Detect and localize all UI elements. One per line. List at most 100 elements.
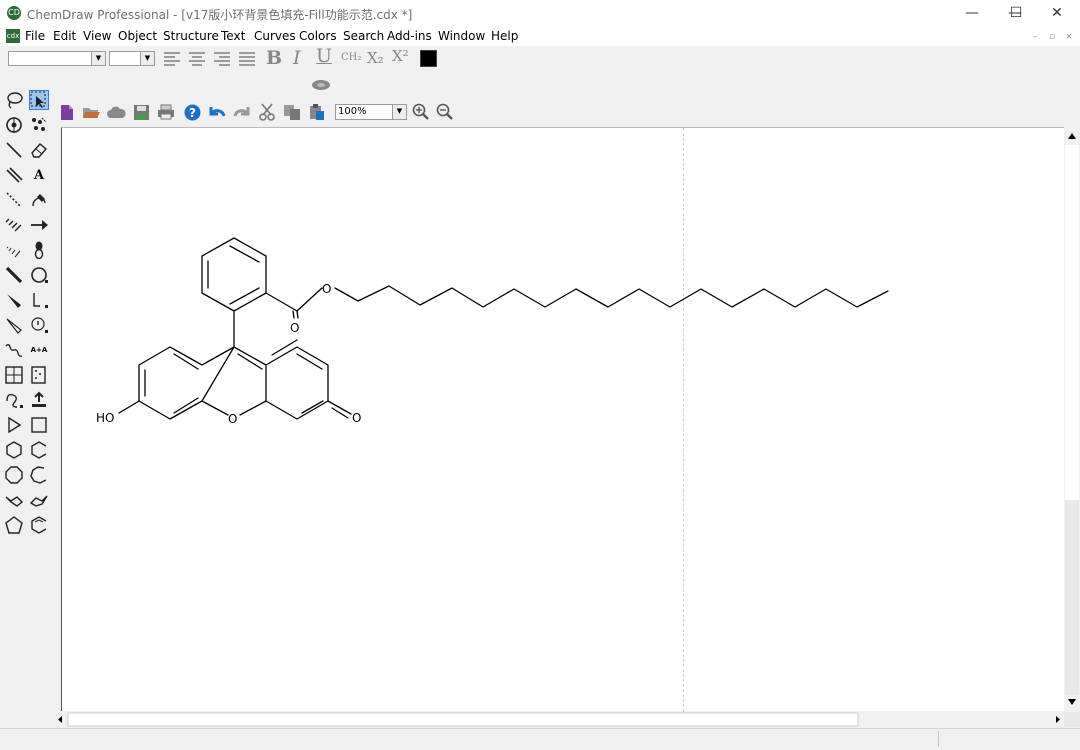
- chevron-down-icon[interactable]: ▼: [392, 105, 406, 119]
- chemical-symbols-tool[interactable]: [29, 315, 49, 335]
- bold-button[interactable]: B: [266, 47, 282, 69]
- templates-icon[interactable]: [311, 75, 331, 95]
- marquee-tool[interactable]: [29, 90, 49, 110]
- text-tool[interactable]: A: [29, 165, 49, 185]
- cycloheptane-tool[interactable]: [29, 465, 49, 485]
- template-tool[interactable]: [4, 390, 24, 410]
- bold-bond-tool[interactable]: [4, 265, 24, 285]
- menu-file[interactable]: File: [25, 29, 45, 43]
- acs-template-tool[interactable]: [29, 390, 49, 410]
- menu-help[interactable]: Help: [491, 29, 518, 43]
- redo-icon: [233, 107, 250, 117]
- charge-symbol-icon: [31, 317, 48, 333]
- orbital-tool[interactable]: [29, 240, 49, 260]
- rectangle-tool[interactable]: [29, 415, 49, 435]
- arrow-tool[interactable]: [29, 215, 49, 235]
- menu-search[interactable]: Search: [343, 29, 384, 43]
- multiple-bond-tool[interactable]: [4, 165, 24, 185]
- open-button[interactable]: [81, 102, 101, 122]
- lasso-tool[interactable]: [4, 90, 24, 110]
- chevron-down-icon[interactable]: ▼: [91, 52, 105, 65]
- mdi-close-button[interactable]: ×: [1061, 30, 1077, 44]
- zoom-out-button[interactable]: [435, 102, 455, 122]
- save-button[interactable]: [131, 102, 151, 122]
- drawing-elements-tool[interactable]: [29, 265, 49, 285]
- cyclohexane-tool[interactable]: [4, 440, 24, 460]
- underline-button[interactable]: U: [316, 45, 332, 67]
- menu-view[interactable]: View: [83, 29, 111, 43]
- chair-conformer-tool[interactable]: [4, 490, 24, 510]
- cloud-button[interactable]: [106, 102, 126, 122]
- chemical-formula-button[interactable]: CH₂: [341, 52, 361, 63]
- tlc-plate-tool[interactable]: [29, 365, 49, 385]
- menu-curves[interactable]: Curves: [254, 29, 296, 43]
- cyclopentane-tool[interactable]: [4, 515, 24, 535]
- help-button[interactable]: ?: [182, 102, 202, 122]
- play-tool[interactable]: [4, 415, 24, 435]
- window-title: ChemDraw Professional - [v17版小环背景色填充-Fil…: [27, 8, 413, 22]
- hashed-wedge-tool[interactable]: [4, 240, 24, 260]
- menu-object[interactable]: Object: [118, 29, 157, 43]
- document-icon[interactable]: cdx: [6, 29, 20, 43]
- zoom-in-button[interactable]: [411, 102, 431, 122]
- subscript-button[interactable]: X₂: [367, 49, 384, 67]
- hashed-bond-tool[interactable]: [4, 215, 24, 235]
- new-document-button[interactable]: [57, 102, 77, 122]
- bracket-tool[interactable]: [29, 290, 49, 310]
- table-tool[interactable]: [4, 365, 24, 385]
- copy-button[interactable]: [282, 102, 302, 122]
- svg-text:?: ?: [189, 106, 196, 120]
- table-icon: [5, 366, 23, 384]
- menu-add-ins[interactable]: Add-ins: [387, 29, 432, 43]
- menu-colors[interactable]: Colors: [299, 29, 337, 43]
- benzene-tool[interactable]: [29, 515, 49, 535]
- cyclooctane-tool[interactable]: [4, 465, 24, 485]
- menu-window[interactable]: Window: [438, 29, 485, 43]
- chevron-down-icon[interactable]: ▼: [140, 52, 154, 65]
- menu-edit[interactable]: Edit: [53, 29, 76, 43]
- align-center-button[interactable]: [187, 49, 207, 69]
- paste-button[interactable]: [307, 102, 327, 122]
- pen-tool[interactable]: [29, 190, 49, 210]
- zoom-combo[interactable]: 100% ▼: [335, 104, 407, 120]
- eraser-tool[interactable]: [29, 140, 49, 160]
- close-button[interactable]: ✕: [1034, 0, 1080, 27]
- solid-bond-tool[interactable]: [4, 140, 24, 160]
- print-button[interactable]: [156, 102, 176, 122]
- menu-text[interactable]: Text: [221, 29, 245, 43]
- wavy-bond-tool[interactable]: [4, 340, 24, 360]
- mdi-restore-button[interactable]: ▫: [1044, 30, 1060, 44]
- mass-fragmentation-tool[interactable]: [29, 115, 49, 135]
- align-left-button[interactable]: [162, 49, 182, 69]
- scroll-right-icon: [1056, 716, 1060, 723]
- text-color-swatch[interactable]: [420, 50, 437, 67]
- hollow-wedge-tool[interactable]: [4, 315, 24, 335]
- superscript-button[interactable]: X²: [392, 47, 409, 65]
- italic-button[interactable]: I: [293, 47, 301, 69]
- drawing-canvas[interactable]: O O O O HO: [61, 127, 1065, 712]
- status-bar: [0, 728, 1080, 750]
- dashed-bond-tool[interactable]: [4, 190, 24, 210]
- minimize-button-main[interactable]: —: [949, 0, 995, 27]
- cyclohexane-chair-tool[interactable]: [29, 440, 49, 460]
- wedge-bond-tool[interactable]: [4, 290, 24, 310]
- redo-button[interactable]: [232, 102, 252, 122]
- align-right-button[interactable]: [212, 49, 232, 69]
- structure-perspective-tool[interactable]: [4, 115, 24, 135]
- horizontal-scrollbar[interactable]: [55, 712, 1064, 727]
- justify-button[interactable]: [237, 49, 257, 69]
- menu-structure[interactable]: Structure: [163, 29, 219, 43]
- font-size-combo[interactable]: ▼: [109, 51, 155, 66]
- vertical-scrollbar[interactable]: [1064, 127, 1080, 712]
- undo-button[interactable]: [207, 102, 227, 122]
- cut-button[interactable]: [257, 102, 277, 122]
- maximize-button[interactable]: ☐: [993, 0, 1039, 27]
- molecule-structure[interactable]: O O O O HO: [62, 128, 1065, 712]
- font-combo[interactable]: ▼: [8, 51, 106, 66]
- chemdraw-app-icon[interactable]: CD: [7, 6, 21, 20]
- chair-conformer-2-tool[interactable]: [29, 490, 49, 510]
- query-tool[interactable]: A+A: [29, 340, 49, 360]
- square-icon: [31, 417, 47, 433]
- mdi-minimize-button[interactable]: –: [1027, 30, 1043, 44]
- triangle-icon: [8, 416, 22, 434]
